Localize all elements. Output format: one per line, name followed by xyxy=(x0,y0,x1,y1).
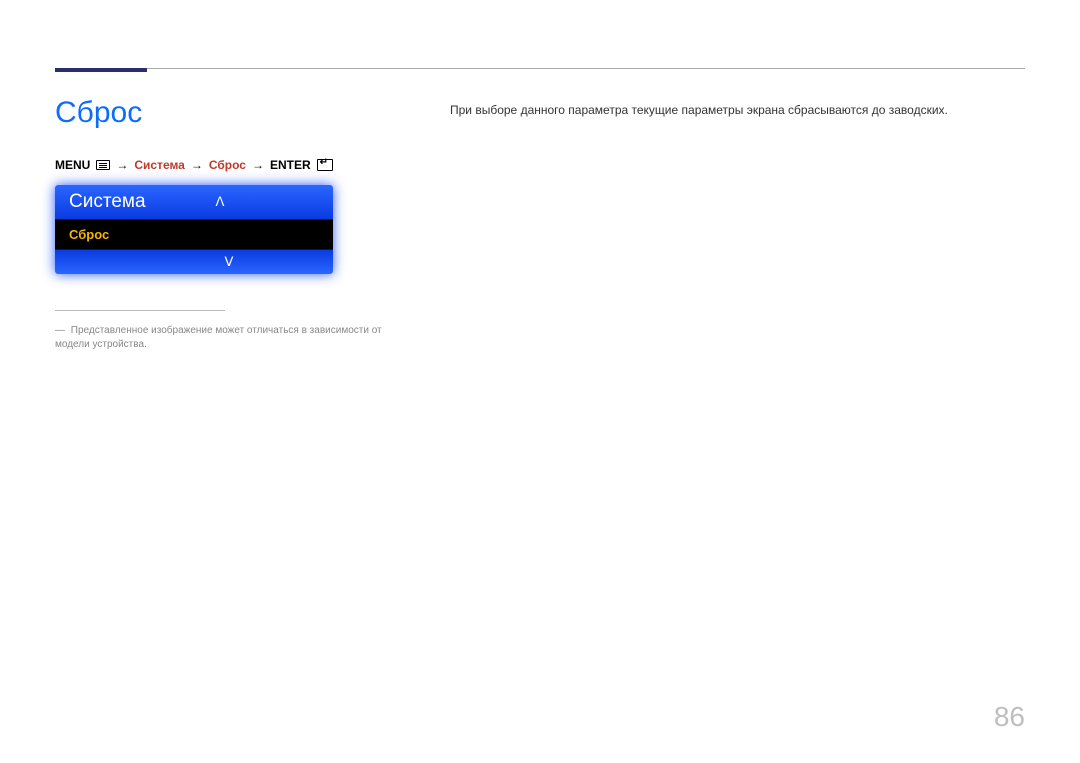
chevron-down-icon: ᐯ xyxy=(225,254,234,270)
document-page: Сброс При выборе данного параметра текущ… xyxy=(0,0,1080,763)
osd-menu-screenshot: Система ᐱ Сброс ᐯ xyxy=(55,185,333,274)
arrow-icon: → xyxy=(252,158,264,172)
osd-title: Система xyxy=(69,191,146,213)
osd-selected-item: Сброс xyxy=(55,219,333,250)
osd-footer: ᐯ xyxy=(55,250,333,274)
breadcrumb-sistema: Система xyxy=(134,158,185,172)
breadcrumb-sbros: Сброс xyxy=(209,158,246,172)
arrow-icon: → xyxy=(116,158,128,172)
footnote-text: Представленное изображение может отличат… xyxy=(55,325,382,350)
breadcrumb-enter-label: ENTER xyxy=(270,158,311,172)
top-horizontal-rule xyxy=(55,68,1025,69)
footnote-rule xyxy=(55,310,225,311)
description-text: При выборе данного параметра текущие пар… xyxy=(450,103,1025,117)
menu-icon xyxy=(96,160,110,170)
accent-bar xyxy=(55,68,147,72)
footnote: ― Представленное изображение может отлич… xyxy=(55,324,415,352)
enter-icon xyxy=(317,159,333,171)
arrow-icon: → xyxy=(191,158,203,172)
breadcrumb-menu-label: MENU xyxy=(55,158,90,172)
osd-header: Система ᐱ xyxy=(55,185,333,219)
page-title: Сброс xyxy=(55,96,142,130)
page-number: 86 xyxy=(994,701,1025,733)
breadcrumb: MENU → Система → Сброс → ENTER xyxy=(55,158,333,172)
chevron-up-icon: ᐱ xyxy=(216,194,225,210)
footnote-dash: ― xyxy=(55,325,65,336)
